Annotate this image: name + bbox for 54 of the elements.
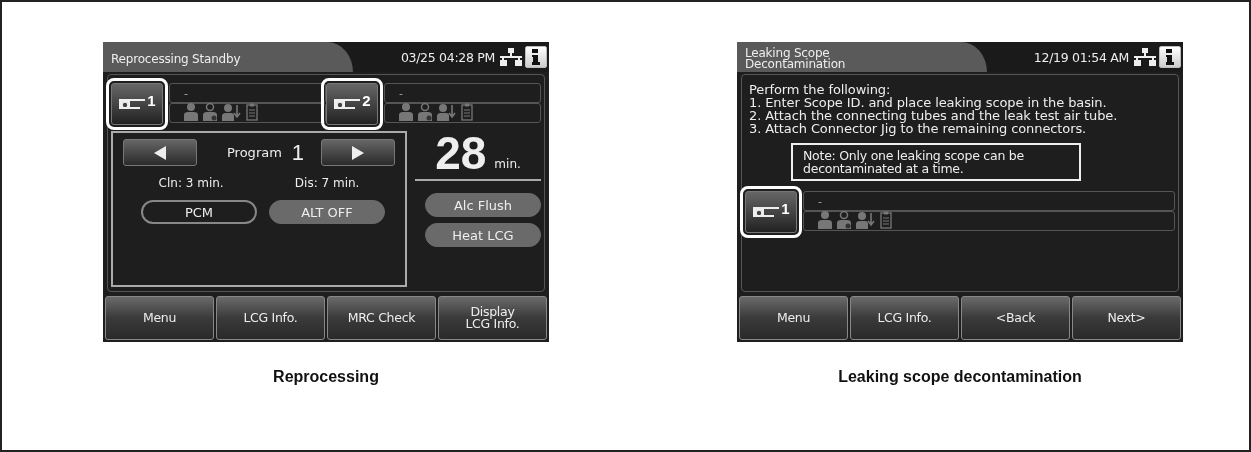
instruction-text: 2. Attach the connecting tubes and the leak test air tube.: [749, 109, 1119, 122]
clipboard-icon: [246, 103, 258, 121]
menu-button[interactable]: LCG Info.: [850, 296, 959, 340]
clipboard-icon: [880, 211, 892, 229]
menu-button[interactable]: Display LCG Info.: [438, 296, 547, 340]
clipboard-icon: [461, 103, 473, 121]
menu-button[interactable]: <Back: [961, 296, 1070, 340]
instruction-text: 1. Enter Scope ID. and place leaking scope in the basin.: [749, 96, 1108, 109]
menu-button[interactable]: Next>: [1072, 296, 1181, 340]
person-download-icon: [437, 103, 457, 121]
nurse-icon: [417, 103, 433, 121]
network-icon: [500, 48, 522, 66]
scope-id-field: -: [384, 83, 541, 103]
right-arrow-icon: [352, 145, 364, 160]
screen-title: Reprocessing Standby: [103, 42, 353, 72]
person-download-icon: [856, 211, 876, 229]
disinfection-time: Dis: 7 min.: [294, 176, 360, 190]
figure-caption: Reprocessing: [273, 368, 379, 386]
info-button[interactable]: [1159, 46, 1181, 68]
menu-button[interactable]: LCG Info.: [216, 296, 325, 340]
toggle-button[interactable]: PCM: [141, 200, 257, 224]
person-download-icon: [222, 103, 242, 121]
person-icon: [818, 211, 832, 229]
time-unit: min.: [494, 157, 521, 171]
scope-id-field: -: [803, 191, 1175, 211]
menu-button[interactable]: MRC Check: [327, 296, 436, 340]
status-button[interactable]: Alc Flush: [425, 193, 541, 217]
network-icon: [1134, 48, 1156, 66]
nurse-icon: [202, 103, 218, 121]
info-button[interactable]: [525, 46, 547, 68]
status-button[interactable]: Heat LCG: [425, 223, 541, 247]
screen-title: Leaking Scope Decontamination: [737, 42, 987, 72]
remaining-time: 28: [435, 131, 487, 175]
left-arrow-icon: [154, 145, 166, 160]
program-label: Program: [227, 145, 282, 160]
info-icon: [1166, 49, 1174, 65]
menu-button[interactable]: Menu: [105, 296, 214, 340]
nurse-icon: [836, 211, 852, 229]
figure-caption: Leaking scope decontamination: [838, 368, 1082, 386]
date-time: 12/19 01:54 AM: [1033, 49, 1129, 65]
program-number: 1: [291, 139, 305, 166]
next-button[interactable]: [321, 139, 395, 166]
toggle-button[interactable]: ALT OFF: [269, 200, 385, 224]
instruction-text: 3. Attach Connector Jig to the remaining connectors.: [749, 122, 1088, 135]
previous-button[interactable]: [123, 139, 197, 166]
person-icon: [184, 103, 198, 121]
instruction-text: Perform the following:: [749, 83, 892, 96]
cleaning-time: Cln: 3 min.: [158, 176, 224, 190]
note-text: Note: Only one leaking scope can be decontaminated at a time.: [791, 143, 1081, 181]
date-time: 03/25 04:28 PM: [400, 49, 495, 65]
info-icon: [532, 49, 540, 65]
person-icon: [399, 103, 413, 121]
scope-id-field: -: [169, 83, 326, 103]
menu-button[interactable]: Menu: [739, 296, 848, 340]
